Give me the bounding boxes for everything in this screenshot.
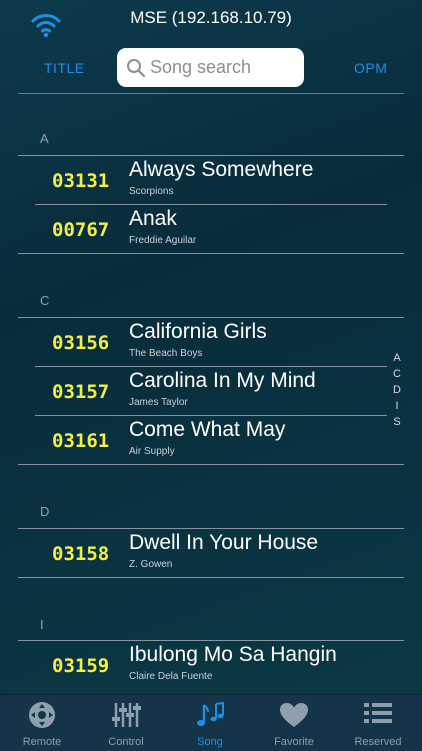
- song-search-input[interactable]: [150, 53, 300, 81]
- song-artist: Scorpions: [129, 186, 174, 197]
- song-number: 03161: [52, 430, 110, 452]
- section-header-d: D: [40, 504, 50, 519]
- tab-label: Song: [197, 736, 223, 748]
- song-title: California Girls: [129, 320, 267, 343]
- song-artist: Claire Dela Fuente: [129, 671, 213, 682]
- song-artist: James Taylor: [129, 397, 188, 408]
- index-letter-a[interactable]: A: [390, 350, 404, 366]
- sliders-icon: [112, 703, 141, 727]
- song-title: Always Somewhere: [129, 158, 314, 181]
- tab-label: Remote: [22, 736, 62, 748]
- song-row[interactable]: 03131 Always Somewhere Scorpions: [35, 155, 404, 205]
- tab-label: Reserved: [354, 736, 402, 748]
- song-number: 03131: [52, 170, 110, 192]
- section-divider: [18, 253, 404, 254]
- song-row[interactable]: 03157 Carolina In My Mind James Taylor: [35, 366, 404, 416]
- search-icon: [127, 59, 146, 78]
- index-letter-d[interactable]: D: [390, 382, 404, 398]
- music-note-icon: [197, 701, 224, 726]
- list-icon: [364, 703, 392, 723]
- song-title: Ibulong Mo Sa Hangin: [129, 643, 337, 666]
- section-header-c: C: [40, 293, 50, 308]
- song-number: 00767: [52, 219, 110, 241]
- song-artist: Air Supply: [129, 446, 175, 457]
- section-index[interactable]: A C D I S: [390, 350, 404, 430]
- dpad-icon: [29, 702, 55, 728]
- tab-remote[interactable]: Remote: [0, 695, 84, 751]
- header: MSE (192.168.10.79) TITLE OPM: [0, 0, 422, 96]
- song-row[interactable]: 03161 Come What May Air Supply: [35, 415, 404, 465]
- song-artist: Freddie Aguilar: [129, 235, 197, 246]
- section-header-i: I: [40, 617, 44, 632]
- song-number: 03158: [52, 543, 110, 565]
- heart-icon: [280, 703, 308, 727]
- section-divider: [18, 577, 404, 578]
- header-divider: [18, 93, 404, 94]
- song-title: Dwell In Your House: [129, 531, 319, 554]
- song-title: Carolina In My Mind: [129, 369, 316, 392]
- song-row[interactable]: 03158 Dwell In Your House Z. Gowen: [35, 528, 404, 578]
- song-row[interactable]: 03156 California Girls The Beach Boys: [35, 317, 404, 367]
- index-letter-i[interactable]: I: [390, 398, 404, 414]
- tab-bar: Remote Control Song Favorite Reserved: [0, 694, 422, 751]
- search-box[interactable]: [117, 48, 304, 87]
- tab-label: Control: [108, 736, 144, 748]
- tab-favorite[interactable]: Favorite: [252, 695, 336, 751]
- index-letter-c[interactable]: C: [390, 366, 404, 382]
- song-title: Come What May: [129, 418, 286, 441]
- opm-filter-button[interactable]: OPM: [354, 60, 387, 76]
- tab-reserved[interactable]: Reserved: [336, 695, 420, 751]
- section-divider: [18, 464, 404, 465]
- device-title: MSE (192.168.10.79): [130, 8, 292, 27]
- song-number: 03157: [52, 381, 110, 403]
- tab-control[interactable]: Control: [84, 695, 168, 751]
- sort-title-button[interactable]: TITLE: [44, 60, 85, 76]
- song-number: 03159: [52, 655, 110, 677]
- song-row[interactable]: 00767 Anak Freddie Aguilar: [35, 204, 404, 254]
- song-title: Anak: [129, 207, 177, 230]
- section-header-a: A: [40, 131, 49, 146]
- tab-song[interactable]: Song: [168, 695, 252, 751]
- song-row[interactable]: 03159 Ibulong Mo Sa Hangin Claire Dela F…: [35, 640, 404, 690]
- index-letter-s[interactable]: S: [390, 414, 404, 430]
- tab-label: Favorite: [274, 736, 314, 748]
- song-number: 03156: [52, 332, 110, 354]
- song-artist: Z. Gowen: [129, 559, 173, 570]
- song-artist: The Beach Boys: [129, 348, 203, 359]
